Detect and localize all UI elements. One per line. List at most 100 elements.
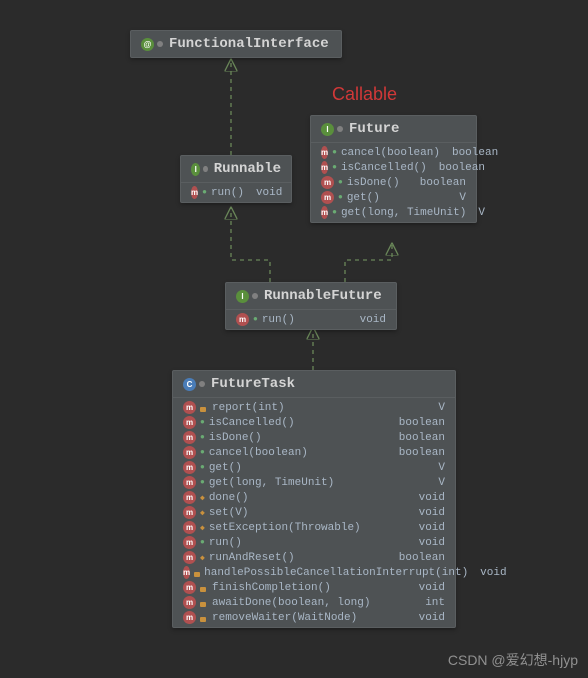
method-icon: m <box>183 461 196 474</box>
member-name: run() <box>209 537 407 549</box>
node-future-task[interactable]: C FutureTask m report(int) V m ● isCance… <box>172 370 456 628</box>
method-icon: m <box>183 506 196 519</box>
lock-icon <box>200 404 208 412</box>
protected-icon: ◆ <box>200 508 205 518</box>
member-row: m removeWaiter(WaitNode) void <box>173 610 455 625</box>
member-row: m report(int) V <box>173 400 455 415</box>
interface-icon: @ <box>141 38 154 51</box>
member-name: cancel(boolean) <box>341 147 440 159</box>
member-row: m ◆ done() void <box>173 490 455 505</box>
method-icon: m <box>183 446 196 459</box>
class-icon: C <box>183 378 196 391</box>
public-icon: ● <box>332 163 337 172</box>
public-icon: ● <box>332 208 337 217</box>
member-name: finishCompletion() <box>212 582 407 594</box>
member-row: m ◆ runAndReset() boolean <box>173 550 455 565</box>
interface-icon: I <box>321 123 334 136</box>
node-title: Future <box>349 121 399 137</box>
member-name: handlePossibleCancellationInterrupt(int) <box>204 567 468 579</box>
protected-icon: ◆ <box>200 493 205 503</box>
public-icon: ● <box>253 315 258 324</box>
member-name: get() <box>347 192 448 204</box>
method-icon: m <box>183 491 196 504</box>
method-icon: m <box>321 161 328 174</box>
member-row: m ● isCancelled() boolean <box>311 160 476 175</box>
member-name: run() <box>211 187 244 199</box>
public-icon: ● <box>200 448 205 457</box>
member-row: m ● get() V <box>311 190 476 205</box>
method-icon: m <box>191 186 198 199</box>
member-name: done() <box>209 492 407 504</box>
method-icon: m <box>183 536 196 549</box>
member-return-type: boolean <box>391 432 445 444</box>
method-icon: m <box>183 566 190 579</box>
member-name: get(long, TimeUnit) <box>341 207 466 219</box>
node-title: FunctionalInterface <box>169 36 329 52</box>
lock-icon <box>200 614 208 622</box>
interface-icon: I <box>191 163 200 176</box>
watermark: CSDN @爱幻想-hjyp <box>448 650 578 670</box>
member-return-type: void <box>411 492 445 504</box>
member-row: m ● cancel(boolean) boolean <box>173 445 455 460</box>
member-name: runAndReset() <box>209 552 387 564</box>
method-icon: m <box>183 596 196 609</box>
method-icon: m <box>183 476 196 489</box>
member-return-type: V <box>430 462 445 474</box>
member-name: isCancelled() <box>341 162 427 174</box>
member-row: m handlePossibleCancellationInterrupt(in… <box>173 565 455 580</box>
node-runnable-future[interactable]: I RunnableFuture m ● run() void <box>225 282 397 330</box>
member-row: m ● get() V <box>173 460 455 475</box>
member-row: m ● isDone() boolean <box>173 430 455 445</box>
member-return-type: void <box>411 582 445 594</box>
member-return-type: V <box>430 477 445 489</box>
method-icon: m <box>236 313 249 326</box>
member-list: m ● run() void <box>226 309 396 329</box>
annotation-callable: Callable <box>332 84 397 105</box>
modifier-icon <box>203 166 207 172</box>
member-list: m ● run() void <box>181 182 291 202</box>
member-name: setException(Throwable) <box>209 522 407 534</box>
member-row: m ● isDone() boolean <box>311 175 476 190</box>
member-return-type: void <box>411 507 445 519</box>
member-return-type: void <box>248 187 282 199</box>
member-row: m ◆ set(V) void <box>173 505 455 520</box>
public-icon: ● <box>332 148 337 157</box>
member-return-type: V <box>451 192 466 204</box>
public-icon: ● <box>200 463 205 472</box>
method-icon: m <box>321 206 328 219</box>
member-name: isCancelled() <box>209 417 387 429</box>
method-icon: m <box>321 176 334 189</box>
member-return-type: V <box>470 207 485 219</box>
member-name: set(V) <box>209 507 407 519</box>
modifier-icon <box>337 126 343 132</box>
member-row: m ● isCancelled() boolean <box>173 415 455 430</box>
node-functional-interface[interactable]: @ FunctionalInterface <box>130 30 342 58</box>
method-icon: m <box>183 581 196 594</box>
member-name: awaitDone(boolean, long) <box>212 597 413 609</box>
member-name: cancel(boolean) <box>209 447 387 459</box>
member-row: m ◆ setException(Throwable) void <box>173 520 455 535</box>
modifier-icon <box>157 41 163 47</box>
lock-icon <box>194 569 200 577</box>
member-return-type: boolean <box>431 162 485 174</box>
interface-icon: I <box>236 290 249 303</box>
node-future[interactable]: I Future m ● cancel(boolean) boolean m ●… <box>310 115 477 223</box>
node-runnable[interactable]: I Runnable m ● run() void <box>180 155 292 203</box>
member-return-type: boolean <box>444 147 498 159</box>
member-name: removeWaiter(WaitNode) <box>212 612 407 624</box>
member-name: run() <box>262 314 348 326</box>
member-list: m report(int) V m ● isCancelled() boolea… <box>173 397 455 627</box>
node-title: Runnable <box>214 161 281 177</box>
member-row: m finishCompletion() void <box>173 580 455 595</box>
member-name: get(long, TimeUnit) <box>209 477 427 489</box>
member-row: m ● get(long, TimeUnit) V <box>173 475 455 490</box>
member-row: m ● run() void <box>173 535 455 550</box>
public-icon: ● <box>200 433 205 442</box>
method-icon: m <box>321 146 328 159</box>
member-return-type: boolean <box>391 417 445 429</box>
member-name: isDone() <box>347 177 408 189</box>
method-icon: m <box>321 191 334 204</box>
protected-icon: ◆ <box>200 523 205 533</box>
lock-icon <box>200 584 208 592</box>
member-return-type: void <box>472 567 506 579</box>
